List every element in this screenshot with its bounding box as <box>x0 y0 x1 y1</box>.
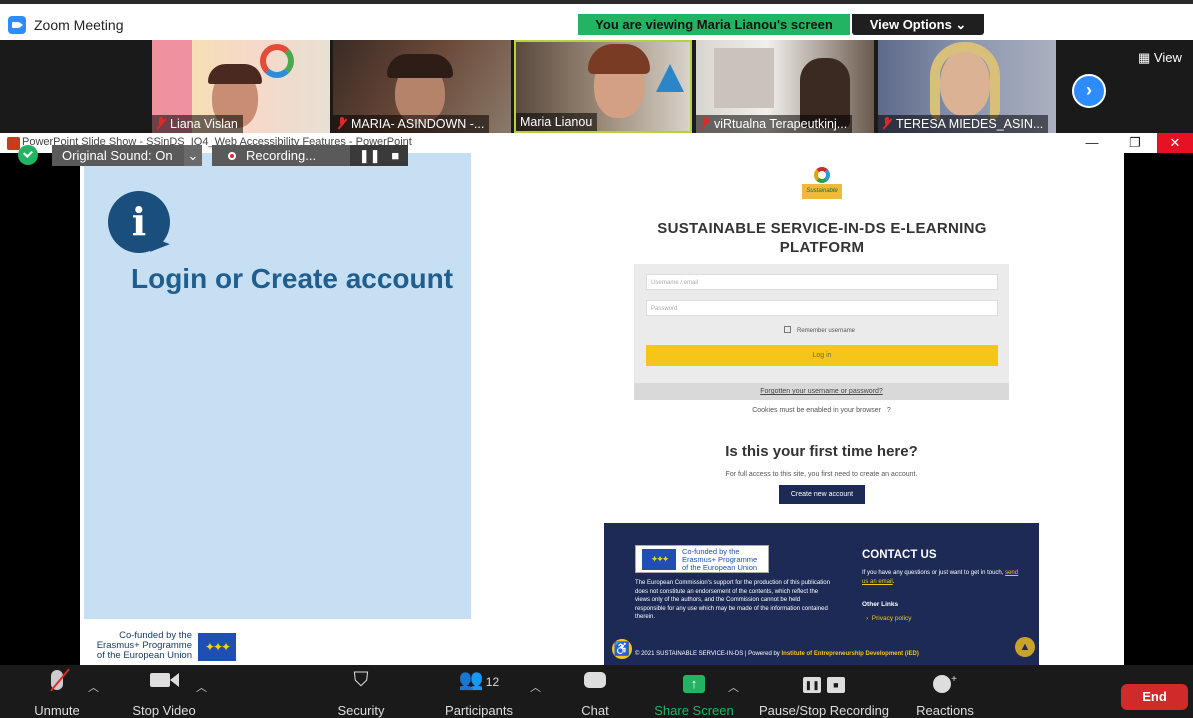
sound-options-chevron-icon[interactable]: ⌄ <box>184 145 202 166</box>
first-time-heading: Is this your first time here? <box>725 443 918 460</box>
grid-icon: ▦ <box>1138 50 1151 65</box>
screen-share-banner: You are viewing Maria Lianou's screen <box>578 14 850 35</box>
emoji-plus-icon: + <box>912 665 978 695</box>
powerpoint-icon <box>7 137 20 150</box>
pause-icon[interactable]: ❚❚ <box>359 148 381 163</box>
view-options-button[interactable]: View Options ⌄ <box>852 14 984 35</box>
scroll-top-icon[interactable]: ▲ <box>1015 637 1035 657</box>
shared-slide: i Login or Create account Co-funded by t… <box>0 153 1193 665</box>
chat-button[interactable]: Chat <box>570 665 620 718</box>
pause-stop-recording-icon: ❚❚ ■ <box>756 665 892 695</box>
window-graphic <box>714 48 774 108</box>
participant-hair <box>208 64 262 84</box>
eu-flag-icon: ✦✦✦ <box>198 633 236 661</box>
restore-icon[interactable]: ❐ <box>1117 133 1153 153</box>
site-title: SUSTAINABLE SERVICE-IN-DS E-LEARNING PLA… <box>657 220 987 256</box>
eu-cofunded-logo: ✦✦✦ Co-funded by the Erasmus+ Programme of… <box>635 545 769 573</box>
participant-hair <box>588 44 650 74</box>
meeting-toolbar: Unmute ︿ Stop Video ︿ ⛉ Security 👥 12 Par… <box>0 665 1193 718</box>
participant-tile[interactable]: Liana Vislan <box>152 40 330 133</box>
username-input[interactable]: Username / email <box>646 274 998 290</box>
security-check-icon <box>18 145 38 165</box>
close-icon[interactable]: ✕ <box>1157 133 1193 153</box>
record-dot-icon <box>228 152 236 160</box>
cookies-notice: Cookies must be enabled in your browser … <box>752 407 891 414</box>
reactions-button[interactable]: + Reactions <box>912 665 978 718</box>
contact-text: If you have any questions or just want t… <box>862 570 1019 585</box>
cofunded-text: Co-funded by the Erasmus+ Programme of the… <box>96 630 192 661</box>
security-button[interactable]: ⛉ Security <box>330 665 392 718</box>
participant-tile[interactable]: TERESA MIEDES_ASIN... <box>878 40 1056 133</box>
create-account-button[interactable]: Create new account <box>779 485 865 504</box>
participant-hair <box>930 42 1000 120</box>
site-logo: Sustainable <box>802 167 842 199</box>
forgot-password-link[interactable]: Forgotten your username or password? <box>634 383 1009 400</box>
share-screen-button[interactable]: ↑ Share Screen <box>650 665 738 718</box>
sail-graphic <box>656 64 684 92</box>
participant-name: viRtualna Terapeutkinj... <box>696 115 853 133</box>
recording-indicator: Recording... <box>212 145 352 166</box>
contact-heading: CONTACT US <box>862 549 937 561</box>
copyright-text: © 2021 SUSTAINABLE SERVICE-IN-DS | Power… <box>635 651 919 657</box>
minimize-icon[interactable]: — <box>1074 133 1110 153</box>
next-participants-button[interactable]: › <box>1072 74 1106 108</box>
disclaimer-text: The European Commission's support for th… <box>635 580 830 620</box>
participant-strip: Liana Vislan MARIA- ASINDOWN -... Maria … <box>0 40 1193 133</box>
share-options-chevron-icon[interactable]: ︿ <box>728 679 739 695</box>
participants-button[interactable]: 👥 12 Participants <box>440 665 518 718</box>
other-links-heading: Other Links <box>862 601 899 608</box>
participant-tile-active-speaker[interactable]: Maria Lianou <box>514 40 692 133</box>
end-meeting-button[interactable]: End <box>1121 684 1188 710</box>
help-icon[interactable]: ? <box>887 407 891 414</box>
chevron-right-icon: › <box>1086 80 1092 100</box>
window-title: Zoom Meeting <box>34 17 124 33</box>
slide-title: Login or Create account <box>131 263 454 294</box>
sdg-wheel-icon <box>260 44 294 78</box>
muted-mic-icon <box>337 117 347 129</box>
video-options-chevron-icon[interactable]: ︿ <box>196 679 207 695</box>
participant-tile[interactable]: viRtualna Terapeutkinj... <box>696 40 874 133</box>
remember-username-checkbox[interactable]: Remember username <box>784 326 855 334</box>
stop-video-button[interactable]: Stop Video <box>124 665 204 718</box>
participant-tile[interactable]: MARIA- ASINDOWN -... <box>333 40 511 133</box>
zoom-logo-icon <box>8 16 26 34</box>
participants-icon: 👥 12 <box>458 669 500 691</box>
share-screen-icon: ↑ <box>650 665 738 695</box>
muted-mic-icon <box>882 117 892 129</box>
shield-icon: ⛉ <box>353 669 369 691</box>
participant-name: TERESA MIEDES_ASIN... <box>878 115 1049 133</box>
muted-mic-icon <box>156 117 166 129</box>
site-footer: ✦✦✦ Co-funded by the Erasmus+ Programme of… <box>604 523 1039 665</box>
participant-name: Maria Lianou <box>516 113 598 131</box>
original-sound-toggle[interactable]: Original Sound: On <box>52 145 202 166</box>
unmute-button[interactable]: Unmute <box>22 665 92 718</box>
pause-stop-recording-button[interactable]: ❚❚ ■ Pause/Stop Recording <box>756 665 892 718</box>
participant-name: MARIA- ASINDOWN -... <box>333 115 490 133</box>
participants-options-chevron-icon[interactable]: ︿ <box>530 679 541 695</box>
sdg-wheel-icon <box>814 167 830 183</box>
login-form: Username / email Password Remember usern… <box>634 264 1009 400</box>
muted-microphone-icon <box>22 665 92 695</box>
participant-hair <box>387 54 453 78</box>
full-access-text: For full access to this site, you first … <box>725 471 918 478</box>
recording-pause-stop-buttons[interactable]: ❚❚ ■ <box>350 145 408 166</box>
privacy-policy-link[interactable]: › Privacy policy <box>866 615 912 622</box>
info-icon: i <box>108 191 170 253</box>
stop-icon[interactable]: ■ <box>391 148 399 163</box>
participant-name: Liana Vislan <box>152 115 243 133</box>
audio-options-chevron-icon[interactable]: ︿ <box>88 679 99 695</box>
eu-flag-icon: ✦✦✦ <box>642 549 676 570</box>
video-camera-icon <box>124 665 204 695</box>
password-input[interactable]: Password <box>646 300 998 316</box>
accessibility-icon[interactable]: ♿ <box>610 637 634 661</box>
view-layout-button[interactable]: ▦ View <box>1138 50 1182 66</box>
window-title-bar: Zoom Meeting You are viewing Maria Liano… <box>0 0 1193 40</box>
muted-mic-icon <box>700 117 710 129</box>
chat-bubble-icon <box>570 665 620 695</box>
login-button[interactable]: Log in <box>646 345 998 366</box>
